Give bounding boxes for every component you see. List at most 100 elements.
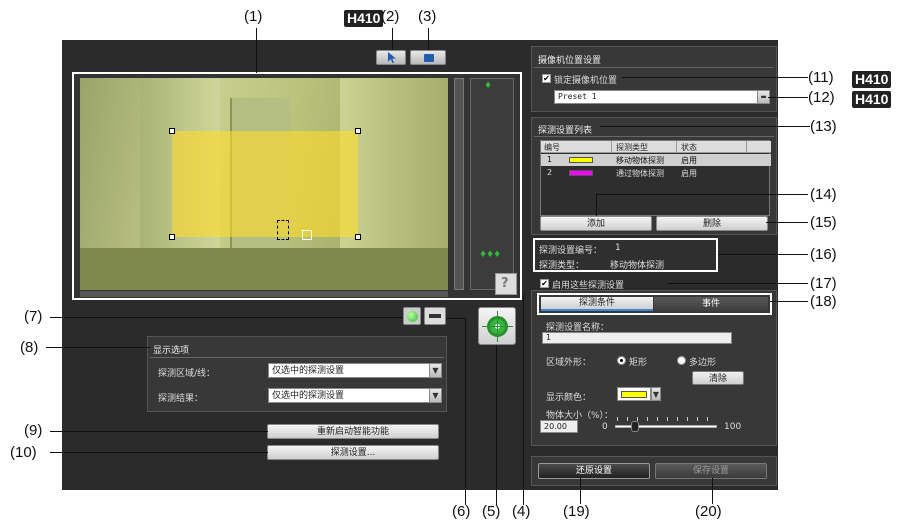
object-size-input[interactable]: 20.00 [540, 420, 578, 433]
chevron-down-icon[interactable]: ▼ [429, 364, 441, 377]
camera-icon [424, 54, 434, 62]
area-select[interactable]: 仅选中的探测设置 ▼ [268, 363, 442, 378]
select-tool-button[interactable] [376, 50, 406, 65]
detection-settings-button[interactable]: 探测设置... [267, 445, 439, 460]
row-color-swatch [569, 170, 593, 176]
camera-position-title: 摄像机位置设置 [538, 56, 602, 66]
row-status: 启用 [681, 169, 697, 178]
video-preview[interactable] [80, 78, 448, 290]
chevron-down-icon[interactable]: ▼ [651, 387, 661, 401]
size-slider-track[interactable] [615, 425, 717, 428]
camera-position-divider [534, 67, 774, 68]
preset-select[interactable]: Preset 1 ▬ [554, 90, 770, 104]
result-select[interactable]: 仅选中的探测设置 ▼ [268, 388, 442, 403]
callout-8: (8) [20, 339, 39, 356]
callout-11: (11) [808, 69, 834, 86]
header-num: 编号 [544, 143, 560, 152]
callout-5: (5) [482, 503, 501, 520]
detection-list-panel: 探测设置列表 编号 探测类型 状态 1 移动物体探测 启用 2 通过物体探测 启… [531, 117, 777, 235]
header-div-3 [746, 141, 747, 153]
callout-1: (1) [244, 8, 263, 25]
leader-20 [712, 478, 713, 504]
callout-12: (12) [808, 89, 835, 106]
shape-rect-radio[interactable] [617, 356, 626, 365]
radio-dot [620, 359, 623, 362]
lock-position-checkbox[interactable]: ✔ [542, 74, 551, 83]
callout-badge-h410: H410 [852, 91, 892, 108]
display-options-divider [150, 357, 444, 358]
leader-14v [596, 194, 597, 216]
object-size-box [302, 230, 312, 240]
header-div-1 [611, 141, 612, 153]
callout-7: (7) [24, 308, 43, 325]
enable-checkbox[interactable]: ✔ [540, 279, 549, 288]
callout-17: (17) [810, 275, 837, 292]
tab-events[interactable]: 事件 [654, 297, 768, 311]
conditions-panel: 探测条件 事件 探测设置名称： 1 区域外形： 矩形 多边形 清除 显示颜色： … [531, 290, 777, 446]
display-toggle-button[interactable] [424, 307, 446, 325]
number-label: 探测设置编号： [539, 246, 603, 256]
restore-settings-button[interactable]: 还原设置 [538, 463, 650, 479]
leader-14 [596, 194, 808, 195]
status-dot-icon [407, 311, 418, 322]
ptz-tool-button[interactable] [410, 50, 446, 65]
restart-intelligent-button[interactable]: 重新启动智能功能 [267, 424, 439, 439]
tab-detection-conditions[interactable]: 探测条件 [541, 297, 653, 311]
shape-poly-radio[interactable] [677, 356, 686, 365]
callout-9: (9) [24, 422, 43, 439]
leader-10 [50, 452, 268, 453]
lock-position-label: 锁定摄像机位置 [554, 76, 618, 86]
leader-6h [446, 318, 466, 319]
help-button[interactable]: ? [495, 273, 517, 295]
size-max-label: 100 [724, 422, 742, 432]
shape-rect-label: 矩形 [629, 358, 648, 368]
callout-10: (10) [10, 444, 37, 461]
add-detection-button[interactable]: 添加 [540, 216, 652, 231]
callout-20: (20) [695, 503, 722, 520]
chevron-down-icon[interactable]: ▼ [429, 389, 441, 402]
area-handle-bl[interactable] [169, 234, 175, 240]
size-slider-thumb[interactable] [631, 421, 640, 432]
setting-name-input[interactable]: 1 [542, 332, 732, 344]
size-min-label: 0 [602, 422, 608, 432]
leader-18 [770, 301, 808, 302]
leader-3 [428, 28, 429, 50]
callout-13: (13) [810, 118, 837, 135]
leader-12 [768, 97, 808, 98]
select-cursor-icon [388, 52, 396, 63]
preset-select-value: Preset 1 [558, 92, 597, 101]
detection-status-light [403, 307, 421, 325]
number-value: 1 [615, 243, 621, 253]
clear-shape-button[interactable]: 清除 [692, 371, 744, 385]
area-handle-tr[interactable] [355, 128, 361, 134]
result-select-value: 仅选中的探测设置 [272, 391, 345, 401]
leader-5 [496, 345, 497, 505]
leader-6 [465, 318, 466, 505]
header-status: 状态 [681, 143, 697, 152]
leader-9 [50, 431, 268, 432]
detection-area[interactable] [172, 131, 358, 237]
header-type: 探测类型 [616, 143, 648, 152]
area-handle-tl[interactable] [169, 128, 175, 134]
area-handle-br[interactable] [355, 234, 361, 240]
result-label: 探测结果： [158, 394, 204, 404]
floor [80, 248, 448, 290]
table-header [541, 141, 771, 153]
detection-table: 编号 探测类型 状态 1 移动物体探测 启用 2 通过物体探测 启用 [540, 140, 771, 216]
row-status: 启用 [681, 156, 697, 165]
table-row[interactable]: 2 通过物体探测 启用 [541, 167, 771, 179]
delete-detection-button[interactable]: 删除 [656, 216, 768, 231]
area-label: 探测区域/线： [158, 369, 216, 379]
detect-target-button[interactable] [478, 307, 516, 345]
row-type: 移动物体探测 [616, 156, 664, 165]
horizontal-scroll[interactable] [80, 291, 448, 297]
zoom-tele-icon: ♦ [484, 81, 493, 91]
save-settings-button[interactable]: 保存设置 [655, 463, 767, 479]
callout-3: (3) [418, 8, 437, 25]
color-picker[interactable] [617, 387, 651, 401]
leader-2 [392, 28, 393, 50]
table-row[interactable]: 1 移动物体探测 启用 [541, 154, 771, 166]
color-label: 显示颜色： [546, 393, 592, 403]
callout-16: (16) [810, 246, 837, 263]
leader-19 [580, 478, 581, 504]
